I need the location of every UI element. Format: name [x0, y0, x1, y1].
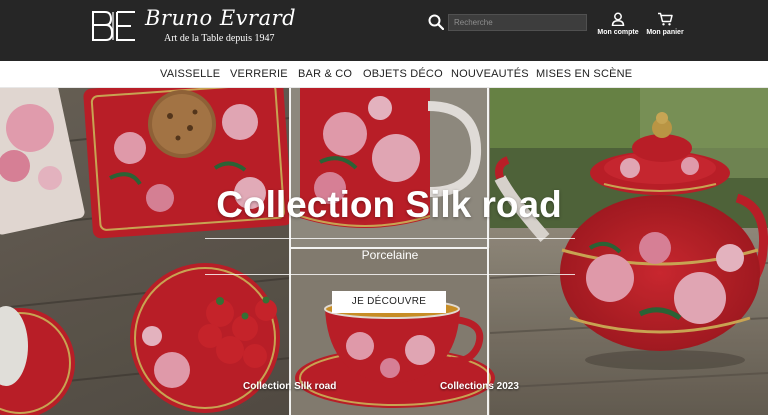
hero-title: Collection Silk road	[216, 184, 562, 225]
discover-button[interactable]: JE DÉCOUVRE	[332, 291, 446, 313]
search-icon[interactable]	[428, 14, 444, 30]
cart-icon	[658, 12, 673, 26]
brand-logo-icon[interactable]	[91, 10, 137, 42]
brand-tagline: Art de la Table depuis 1947	[164, 33, 275, 44]
hero-divider-top	[205, 238, 575, 239]
hero-banner[interactable]: Collection Silk road Porcelaine JE DÉCOU…	[0, 88, 768, 415]
hero-subtitle: Porcelaine	[361, 248, 419, 262]
nav-item-verrerie[interactable]: VERRERIE	[230, 68, 288, 80]
main-nav: VAISSELLE VERRERIE BAR & CO OBJETS DÉCO …	[0, 61, 768, 88]
search-input[interactable]	[448, 14, 587, 31]
brand-name[interactable]: Bruno Evrard	[145, 6, 296, 30]
cart-label: Mon panier	[646, 29, 684, 36]
nav-item-bar-co[interactable]: BAR & CO	[298, 68, 352, 80]
account-label: Mon compte	[597, 29, 639, 36]
panel-caption-collections-2023[interactable]: Collections 2023	[440, 381, 519, 392]
nav-item-mises-en-scene[interactable]: MISES EN SCÈNE	[536, 68, 632, 80]
nav-item-nouveautes[interactable]: NOUVEAUTÉS	[451, 68, 529, 80]
panel-caption-silk-road[interactable]: Collection Silk road	[243, 381, 336, 392]
cart-button[interactable]: Mon panier	[640, 12, 690, 36]
nav-item-objets-deco[interactable]: OBJETS DÉCO	[363, 68, 443, 80]
hero-divider-bottom	[205, 274, 575, 275]
account-button[interactable]: Mon compte	[593, 12, 643, 36]
user-icon	[611, 12, 625, 26]
nav-item-vaisselle[interactable]: VAISSELLE	[160, 68, 220, 80]
top-bar: Bruno Evrard Art de la Table depuis 1947…	[0, 0, 768, 61]
